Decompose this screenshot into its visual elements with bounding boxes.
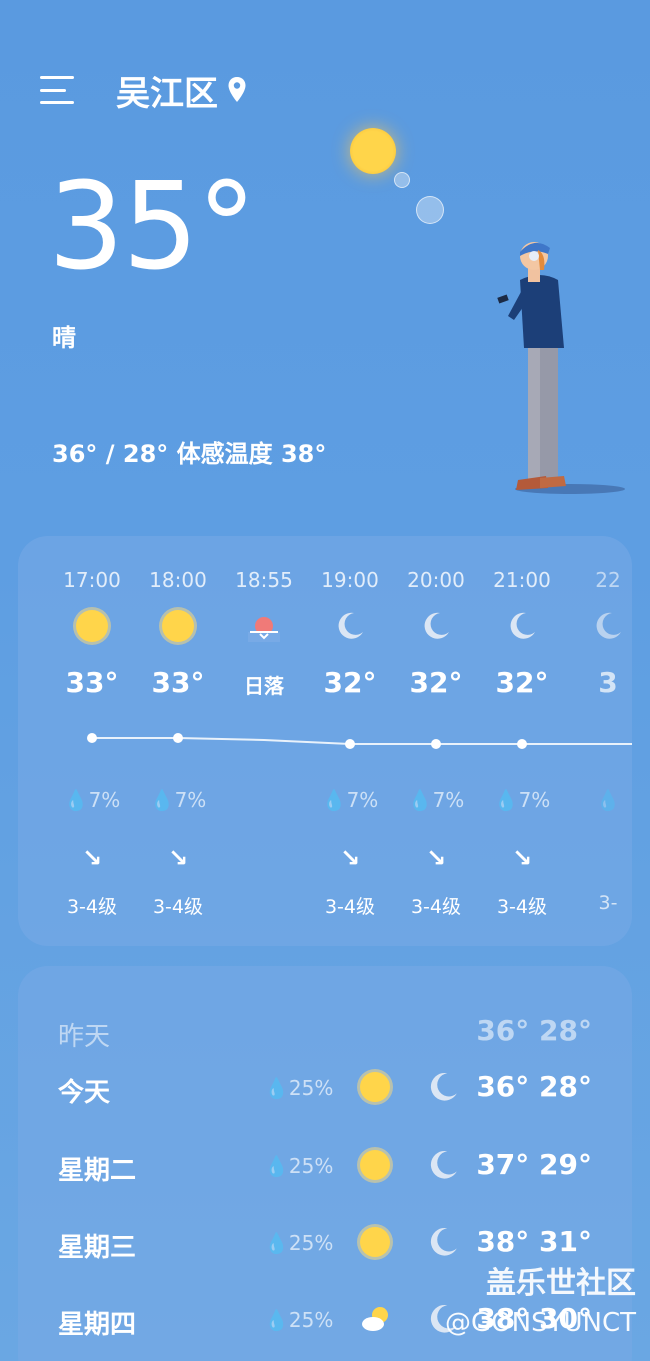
hour-time: 21:00 xyxy=(493,568,551,592)
day-temperatures: 38° 31° xyxy=(476,1225,592,1258)
menu-icon[interactable] xyxy=(40,76,74,104)
top-bar: 吴江区 xyxy=(40,62,248,118)
sun-icon xyxy=(162,610,194,642)
watermark: 盖乐世社区 @GONSYUNCT xyxy=(445,1258,636,1338)
partly-cloudy-icon xyxy=(362,1307,388,1331)
sun-icon xyxy=(360,1227,390,1257)
bubble-decoration xyxy=(416,196,444,224)
hour-wind-level: 3-4级 xyxy=(496,896,548,918)
hour-time: 22 xyxy=(595,568,621,592)
hour-temperature: 32° xyxy=(495,666,549,699)
hour-precipitation: 💧7% xyxy=(407,788,465,812)
current-temperature: 35° xyxy=(48,158,257,297)
day-temperatures: 36° 28° xyxy=(476,1070,592,1103)
moon-icon xyxy=(430,1150,457,1179)
day-name: 星期三 xyxy=(58,1233,137,1263)
hour-temperature: 32° xyxy=(323,666,377,699)
hour-wind-level: 3-4级 xyxy=(324,896,376,918)
day-precipitation: 💧25% xyxy=(264,1231,334,1255)
day-name: 星期二 xyxy=(58,1156,137,1186)
person-illustration xyxy=(497,242,625,494)
day-temperatures: 37° 29° xyxy=(476,1148,592,1181)
day-name: 星期四 xyxy=(58,1310,137,1340)
temperature-range: 36° / 28° 体感温度 38° xyxy=(52,440,327,468)
moon-icon xyxy=(430,1227,457,1256)
day-row-tuesday[interactable]: 星期二 💧25% 37° 29° xyxy=(18,1136,632,1196)
day-precipitation: 💧25% xyxy=(264,1154,334,1178)
hour-time: 20:00 xyxy=(407,568,465,592)
sunset-label: 日落 xyxy=(244,674,284,698)
temperature-trend-line xyxy=(87,733,632,749)
day-temperatures: 36° 28° xyxy=(476,1014,592,1047)
hour-wind-level: 3-4级 xyxy=(152,896,204,918)
hourly-forecast-card[interactable]: 17:00 33° 💧7% ↘ 3-4级 18:00 33° 💧7% ↘ 3-4… xyxy=(18,536,632,946)
hour-temperature: 33° xyxy=(151,666,205,699)
hour-wind-level: 3-4级 xyxy=(66,896,118,918)
watermark-handle: @GONSYUNCT xyxy=(445,1308,636,1338)
sun-illustration-icon xyxy=(350,128,396,174)
sunset-icon xyxy=(248,617,280,642)
day-name: 昨天 xyxy=(58,1022,111,1052)
hour-time: 18:00 xyxy=(149,568,207,592)
day-precipitation: 💧25% xyxy=(264,1076,334,1100)
day-precipitation: 💧25% xyxy=(264,1308,334,1332)
sun-icon xyxy=(360,1072,390,1102)
wind-direction-icon: ↘ xyxy=(339,844,361,872)
hour-precipitation: 💧7% xyxy=(321,788,379,812)
wind-direction-icon: ↘ xyxy=(167,844,189,872)
location-pin-icon xyxy=(228,77,246,102)
day-name: 今天 xyxy=(58,1078,111,1108)
moon-icon xyxy=(430,1072,457,1101)
sun-icon xyxy=(360,1150,390,1180)
wind-direction-icon: ↘ xyxy=(425,844,447,872)
wind-direction-icon: ↘ xyxy=(511,844,533,872)
moon-icon xyxy=(510,612,535,639)
sun-icon xyxy=(76,610,108,642)
bubble-decoration xyxy=(394,172,410,188)
moon-icon xyxy=(338,612,363,639)
watermark-site: 盖乐世社区 xyxy=(486,1266,636,1301)
hour-precipitation: 💧7% xyxy=(493,788,551,812)
day-row-yesterday[interactable]: 昨天 36° 28° xyxy=(18,1002,632,1062)
hour-temperature: 32° xyxy=(409,666,463,699)
moon-icon xyxy=(424,612,449,639)
moon-icon xyxy=(596,612,621,639)
hour-wind-level: 3-4级 xyxy=(410,896,462,918)
hour-time: 17:00 xyxy=(63,568,121,592)
hour-temperature: 33° xyxy=(65,666,119,699)
location-selector[interactable]: 吴江区 xyxy=(116,66,248,115)
hour-time: 18:55 xyxy=(235,568,293,592)
location-name: 吴江区 xyxy=(116,73,218,114)
hour-precipitation: 💧 xyxy=(595,788,621,812)
hour-precipitation: 💧7% xyxy=(63,788,121,812)
hour-time: 19:00 xyxy=(321,568,379,592)
day-row-today[interactable]: 今天 💧25% 36° 28° xyxy=(18,1058,632,1118)
current-condition: 晴 xyxy=(52,324,76,352)
wind-direction-icon: ↘ xyxy=(81,844,103,872)
hour-temperature: 3 xyxy=(598,666,618,699)
hour-wind-level: 3- xyxy=(598,892,618,914)
hour-precipitation: 💧7% xyxy=(149,788,207,812)
